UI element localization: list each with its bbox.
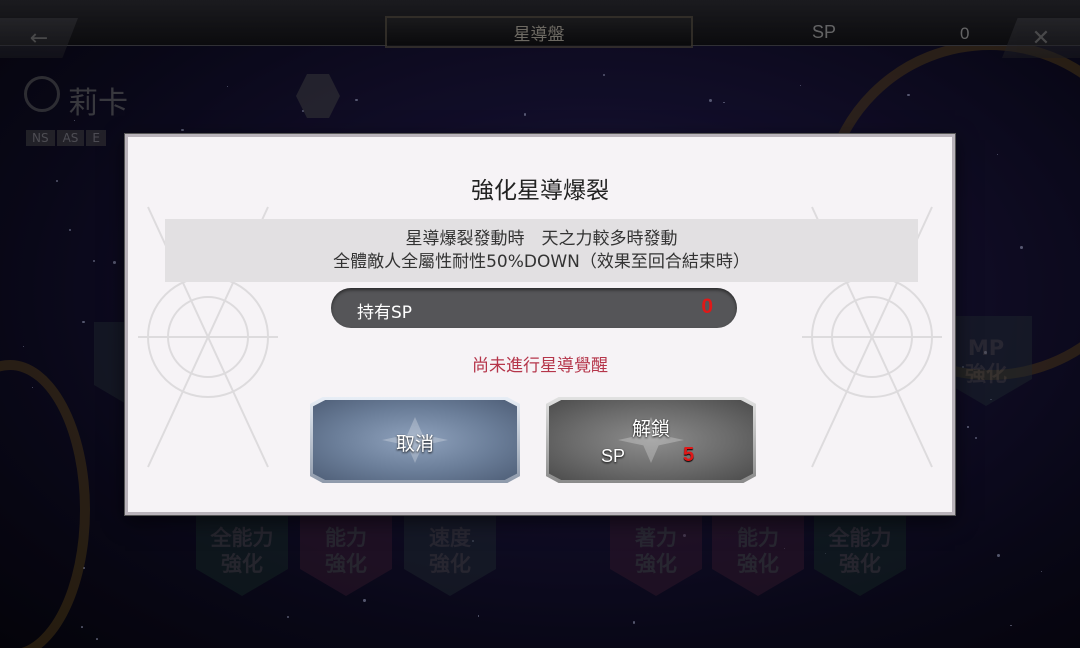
dialog-title: 強化星導爆裂 — [471, 178, 609, 204]
cancel-button[interactable]: 取消 — [310, 397, 520, 483]
sword-ornament-left — [138, 206, 278, 468]
enhance-dialog: 強化星導爆裂 星導爆裂發動時 天之力較多時發動 全體敵人全屬性耐性50%DOWN… — [125, 134, 955, 515]
unlock-cost-label: SP — [601, 446, 626, 466]
skill-description: 星導爆裂發動時 天之力較多時發動 全體敵人全屬性耐性50%DOWN（效果至回合結… — [165, 219, 918, 282]
sword-ornament-right — [802, 206, 942, 468]
held-sp-bar: 持有SP 0 — [331, 288, 737, 328]
unlock-button-face: 解鎖 SP 5 — [549, 400, 753, 480]
awakening-notice: 尚未進行星導覺醒 — [472, 356, 608, 376]
cancel-button-face: 取消 — [313, 400, 517, 480]
cancel-button-label: 取消 — [395, 433, 434, 455]
held-sp-label: 持有SP — [357, 303, 413, 323]
unlock-button[interactable]: 解鎖 SP 5 — [546, 397, 756, 483]
unlock-cost-value: 5 — [683, 444, 695, 466]
held-sp-value: 0 — [701, 295, 713, 318]
description-line-2: 全體敵人全屬性耐性50%DOWN（效果至回合結束時） — [333, 251, 750, 272]
unlock-button-label: 解鎖 — [631, 418, 670, 440]
description-line-1: 星導爆裂發動時 天之力較多時發動 — [405, 228, 678, 249]
